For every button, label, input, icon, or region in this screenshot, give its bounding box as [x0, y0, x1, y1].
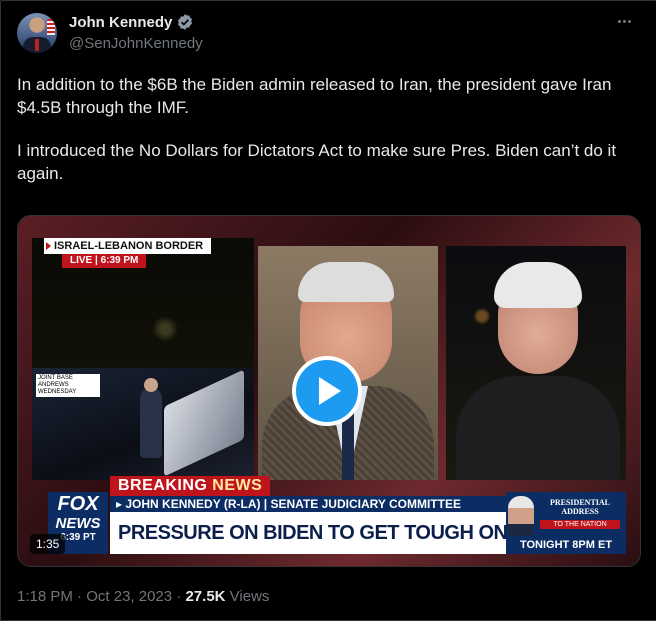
lower-third-headline: PRESSURE ON BIDEN TO GET TOUGH ON IRAN	[110, 512, 560, 554]
tweet-text: In addition to the $6B the Biden admin r…	[17, 73, 641, 205]
tweet-card: John Kennedy @SenJohnKennedy In addition…	[0, 0, 656, 621]
hair-graphic	[298, 262, 394, 302]
guest-body	[456, 376, 620, 480]
person-head	[144, 378, 158, 392]
views-label: Views	[229, 588, 270, 605]
verified-badge-icon	[178, 14, 193, 30]
video-duration: 1:35	[30, 534, 66, 554]
breaking-news-banner: BREAKING NEWS	[110, 476, 271, 496]
author-name-row: John Kennedy	[69, 13, 194, 31]
guest-hair	[494, 262, 582, 308]
play-icon	[319, 377, 341, 405]
breaking-prefix: BREAKING	[118, 477, 208, 494]
person-graphic	[140, 388, 162, 458]
tweet-time[interactable]: 1:18 PM	[17, 588, 73, 605]
andrews-location-label: JOINT BASE ANDREWS WEDNESDAY	[36, 374, 100, 397]
fox-logo-line2: NEWS	[55, 515, 101, 532]
tweet-metadata: 1:18 PM · Oct 23, 2023 · 27.5K Views	[17, 588, 269, 605]
promo-title: PRESIDENTIAL ADDRESS	[549, 498, 610, 516]
avatar[interactable]	[17, 13, 57, 53]
tweet-paragraph: In addition to the $6B the Biden admin r…	[17, 75, 612, 117]
lower-third-subtitle: ▸ JOHN KENNEDY (R-LA) | SENATE JUDICIARY…	[110, 496, 510, 512]
separator: ·	[176, 588, 182, 605]
more-options-icon[interactable]	[612, 11, 636, 31]
flag-graphic	[47, 19, 55, 35]
breaking-suffix: NEWS	[212, 477, 263, 494]
play-button[interactable]	[292, 356, 362, 426]
promo-time: TONIGHT 8PM ET	[519, 539, 613, 551]
avatar-tie	[35, 39, 39, 51]
tweet-paragraph: I introduced the No Dollars for Dictator…	[17, 141, 617, 183]
plane-graphic	[164, 369, 244, 477]
live-time-label: LIVE | 6:39 PM	[62, 254, 147, 268]
author-handle[interactable]: @SenJohnKennedy	[69, 35, 203, 52]
video-player[interactable]: ISRAEL-LEBANON BORDER LIVE | 6:39 PM JOI…	[17, 215, 641, 567]
author-display-name[interactable]: John Kennedy	[69, 14, 172, 31]
border-location-label: ISRAEL-LEBANON BORDER	[44, 238, 212, 254]
presidential-address-promo: PRESIDENTIAL ADDRESS TO THE NATION TONIG…	[506, 492, 626, 554]
promo-subtitle: TO THE NATION	[540, 520, 620, 529]
guest-video-feed	[446, 246, 626, 480]
views-count[interactable]: 27.5K	[185, 588, 225, 605]
fox-logo-line1: FOX	[57, 493, 99, 515]
president-thumbnail	[508, 496, 534, 536]
tweet-date[interactable]: Oct 23, 2023	[86, 588, 172, 605]
separator: ·	[77, 588, 83, 605]
